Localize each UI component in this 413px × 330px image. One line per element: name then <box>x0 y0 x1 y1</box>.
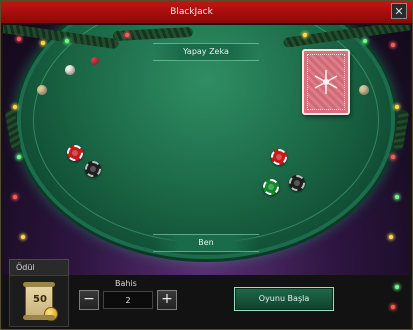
string-light <box>13 195 17 199</box>
increase-bet-button[interactable]: + <box>157 290 177 310</box>
plus-icon: + <box>161 291 173 307</box>
string-light <box>389 235 393 239</box>
string-light <box>21 235 25 239</box>
ornament <box>359 85 369 95</box>
player-label: Ben <box>153 234 259 252</box>
string-light <box>125 33 129 37</box>
scroll-icon: 50 <box>23 282 58 321</box>
close-icon: ✕ <box>394 5 404 18</box>
garland-decoration <box>4 109 22 151</box>
string-light <box>303 33 307 37</box>
title-bar[interactable]: BlackJack ✕ <box>1 1 412 24</box>
dealer-label: Yapay Zeka <box>153 43 259 61</box>
string-light <box>363 39 367 43</box>
decrease-bet-button[interactable]: − <box>79 290 99 310</box>
start-game-button[interactable]: Oyunu Başla <box>234 287 334 311</box>
control-panel: Ödül 50 Bahis − + Oyunu Başla <box>3 259 410 329</box>
bet-label: Bahis <box>115 279 137 288</box>
window-title: BlackJack <box>170 7 213 17</box>
ornament <box>65 65 75 75</box>
minus-icon: − <box>83 291 95 307</box>
string-light <box>17 37 21 41</box>
reward-value: 50 <box>33 294 47 305</box>
chip-red <box>271 149 287 165</box>
chip-green <box>263 179 279 195</box>
chip-black <box>85 161 101 177</box>
string-light <box>17 155 21 159</box>
garland-decoration <box>392 109 410 151</box>
chip-black <box>289 175 305 191</box>
string-light <box>41 41 45 45</box>
chip-red <box>67 145 83 161</box>
close-button[interactable]: ✕ <box>391 3 407 19</box>
coin-icon <box>44 307 58 321</box>
ornament <box>37 85 47 95</box>
string-light <box>395 285 399 289</box>
bet-amount-input[interactable] <box>103 291 153 309</box>
dealer-card <box>302 49 350 115</box>
table-area: Yapay Zeka Ben <box>3 25 410 275</box>
blackjack-window: BlackJack ✕ Yapay Zeka Ben Ödül 50 Bahis… <box>0 0 413 330</box>
string-light <box>395 195 399 199</box>
string-light <box>395 105 399 109</box>
string-light <box>391 155 395 159</box>
string-light <box>65 39 69 43</box>
string-light <box>391 305 395 309</box>
snowflake-icon <box>314 70 338 94</box>
string-light <box>391 43 395 47</box>
reward-tab: Ödül <box>9 259 69 275</box>
ornament <box>91 57 99 65</box>
reward-box: 50 <box>9 275 69 327</box>
string-light <box>13 105 17 109</box>
